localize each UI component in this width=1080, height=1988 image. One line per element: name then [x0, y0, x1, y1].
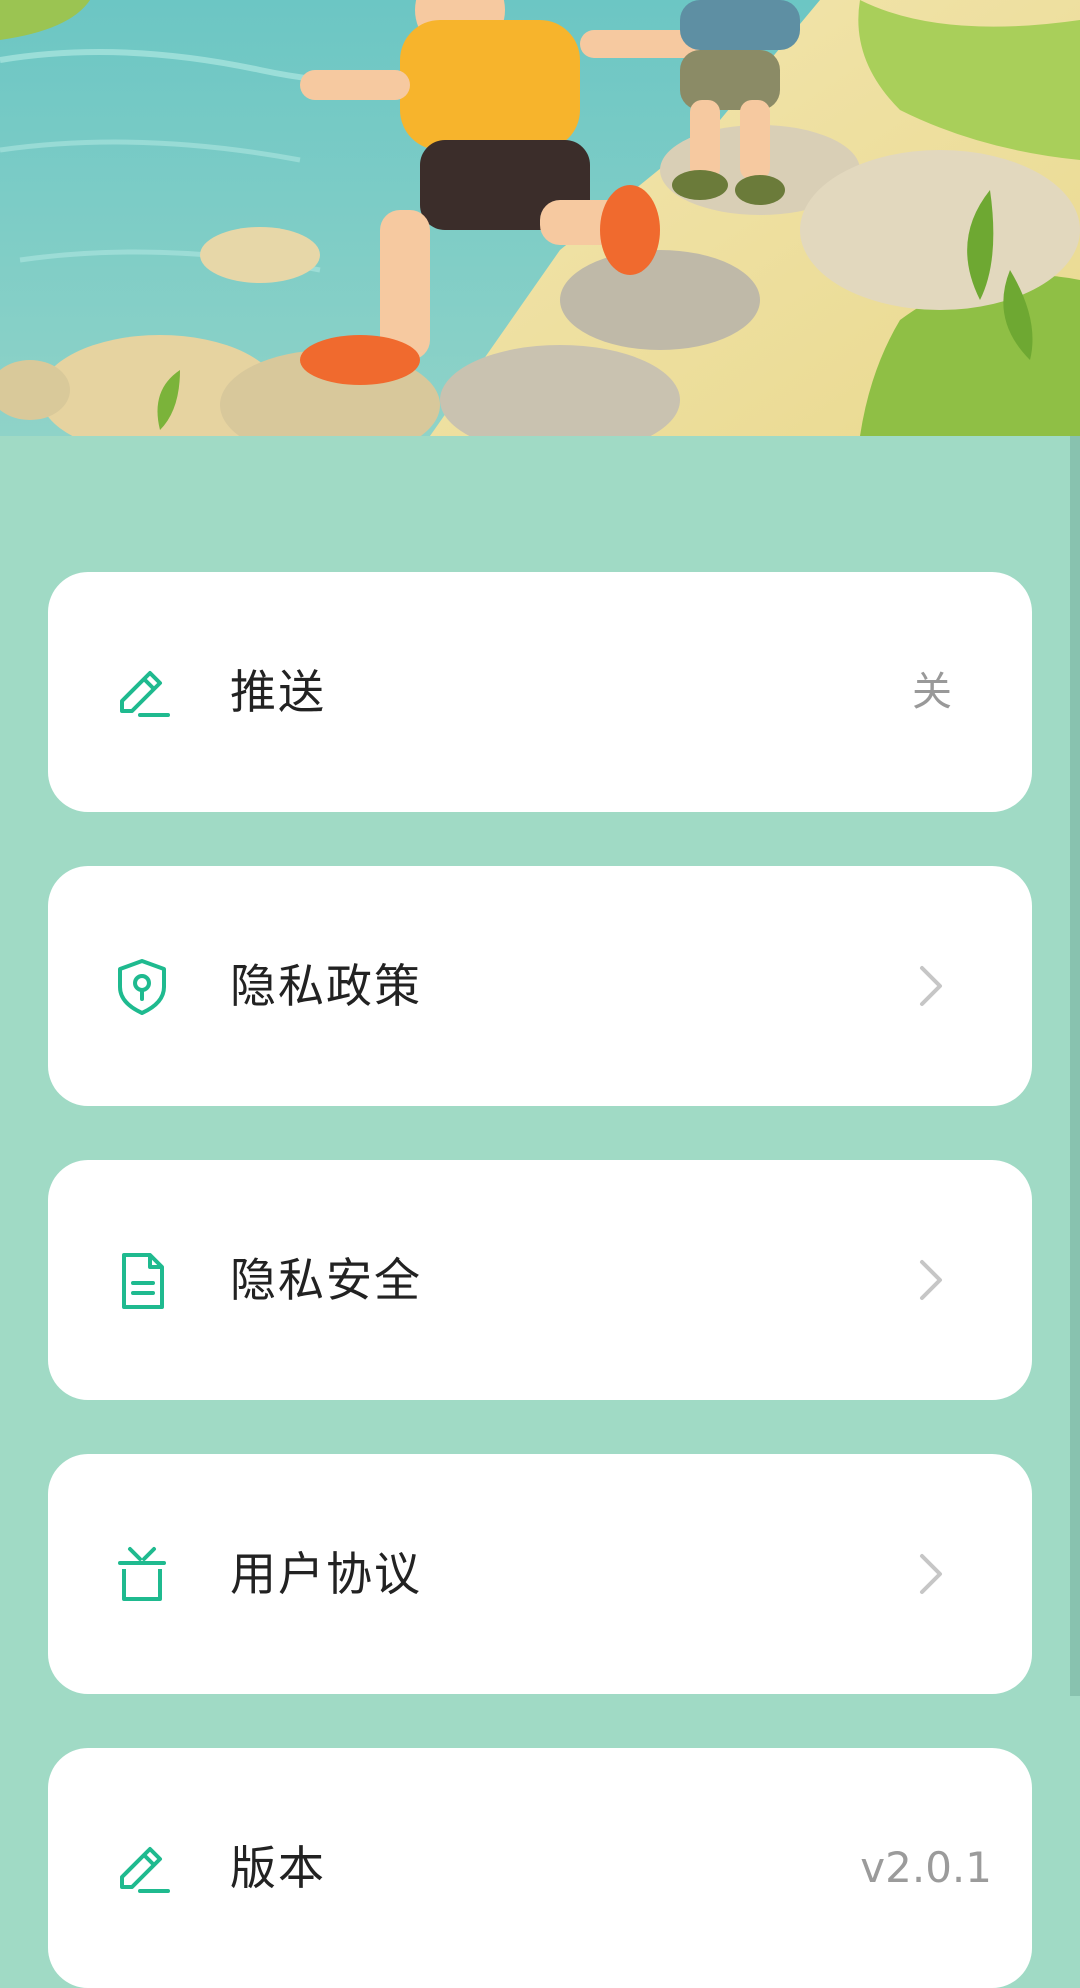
version-value: v2.0.1: [860, 1843, 992, 1892]
settings-item-user-agreement[interactable]: 用户协议: [48, 1454, 1032, 1694]
gift-icon: [112, 1545, 172, 1605]
settings-item-privacy-security[interactable]: 隐私安全: [48, 1160, 1032, 1400]
settings-item-label: 用户协议: [230, 1547, 422, 1601]
settings-item-label: 隐私政策: [230, 959, 422, 1013]
hero-illustration: [0, 0, 1080, 436]
chevron-right-icon: [920, 1260, 942, 1300]
shield-lock-icon: [112, 957, 172, 1017]
settings-item-label: 版本: [230, 1841, 326, 1895]
settings-item-label: 隐私安全: [230, 1253, 422, 1307]
pencil-icon: [112, 1839, 172, 1899]
settings-item-push[interactable]: 推送 关: [48, 572, 1032, 812]
document-icon: [112, 1251, 172, 1311]
hiking-kids-illustration: [0, 0, 1080, 436]
chevron-right-icon: [920, 966, 942, 1006]
chevron-right-icon: [920, 1554, 942, 1594]
pencil-icon: [112, 663, 172, 723]
settings-item-label: 推送: [230, 665, 326, 719]
scrollbar[interactable]: [1070, 436, 1080, 1696]
settings-item-version[interactable]: 版本 v2.0.1: [48, 1748, 1032, 1988]
push-status-value: 关: [912, 669, 952, 715]
settings-item-privacy-policy[interactable]: 隐私政策: [48, 866, 1032, 1106]
